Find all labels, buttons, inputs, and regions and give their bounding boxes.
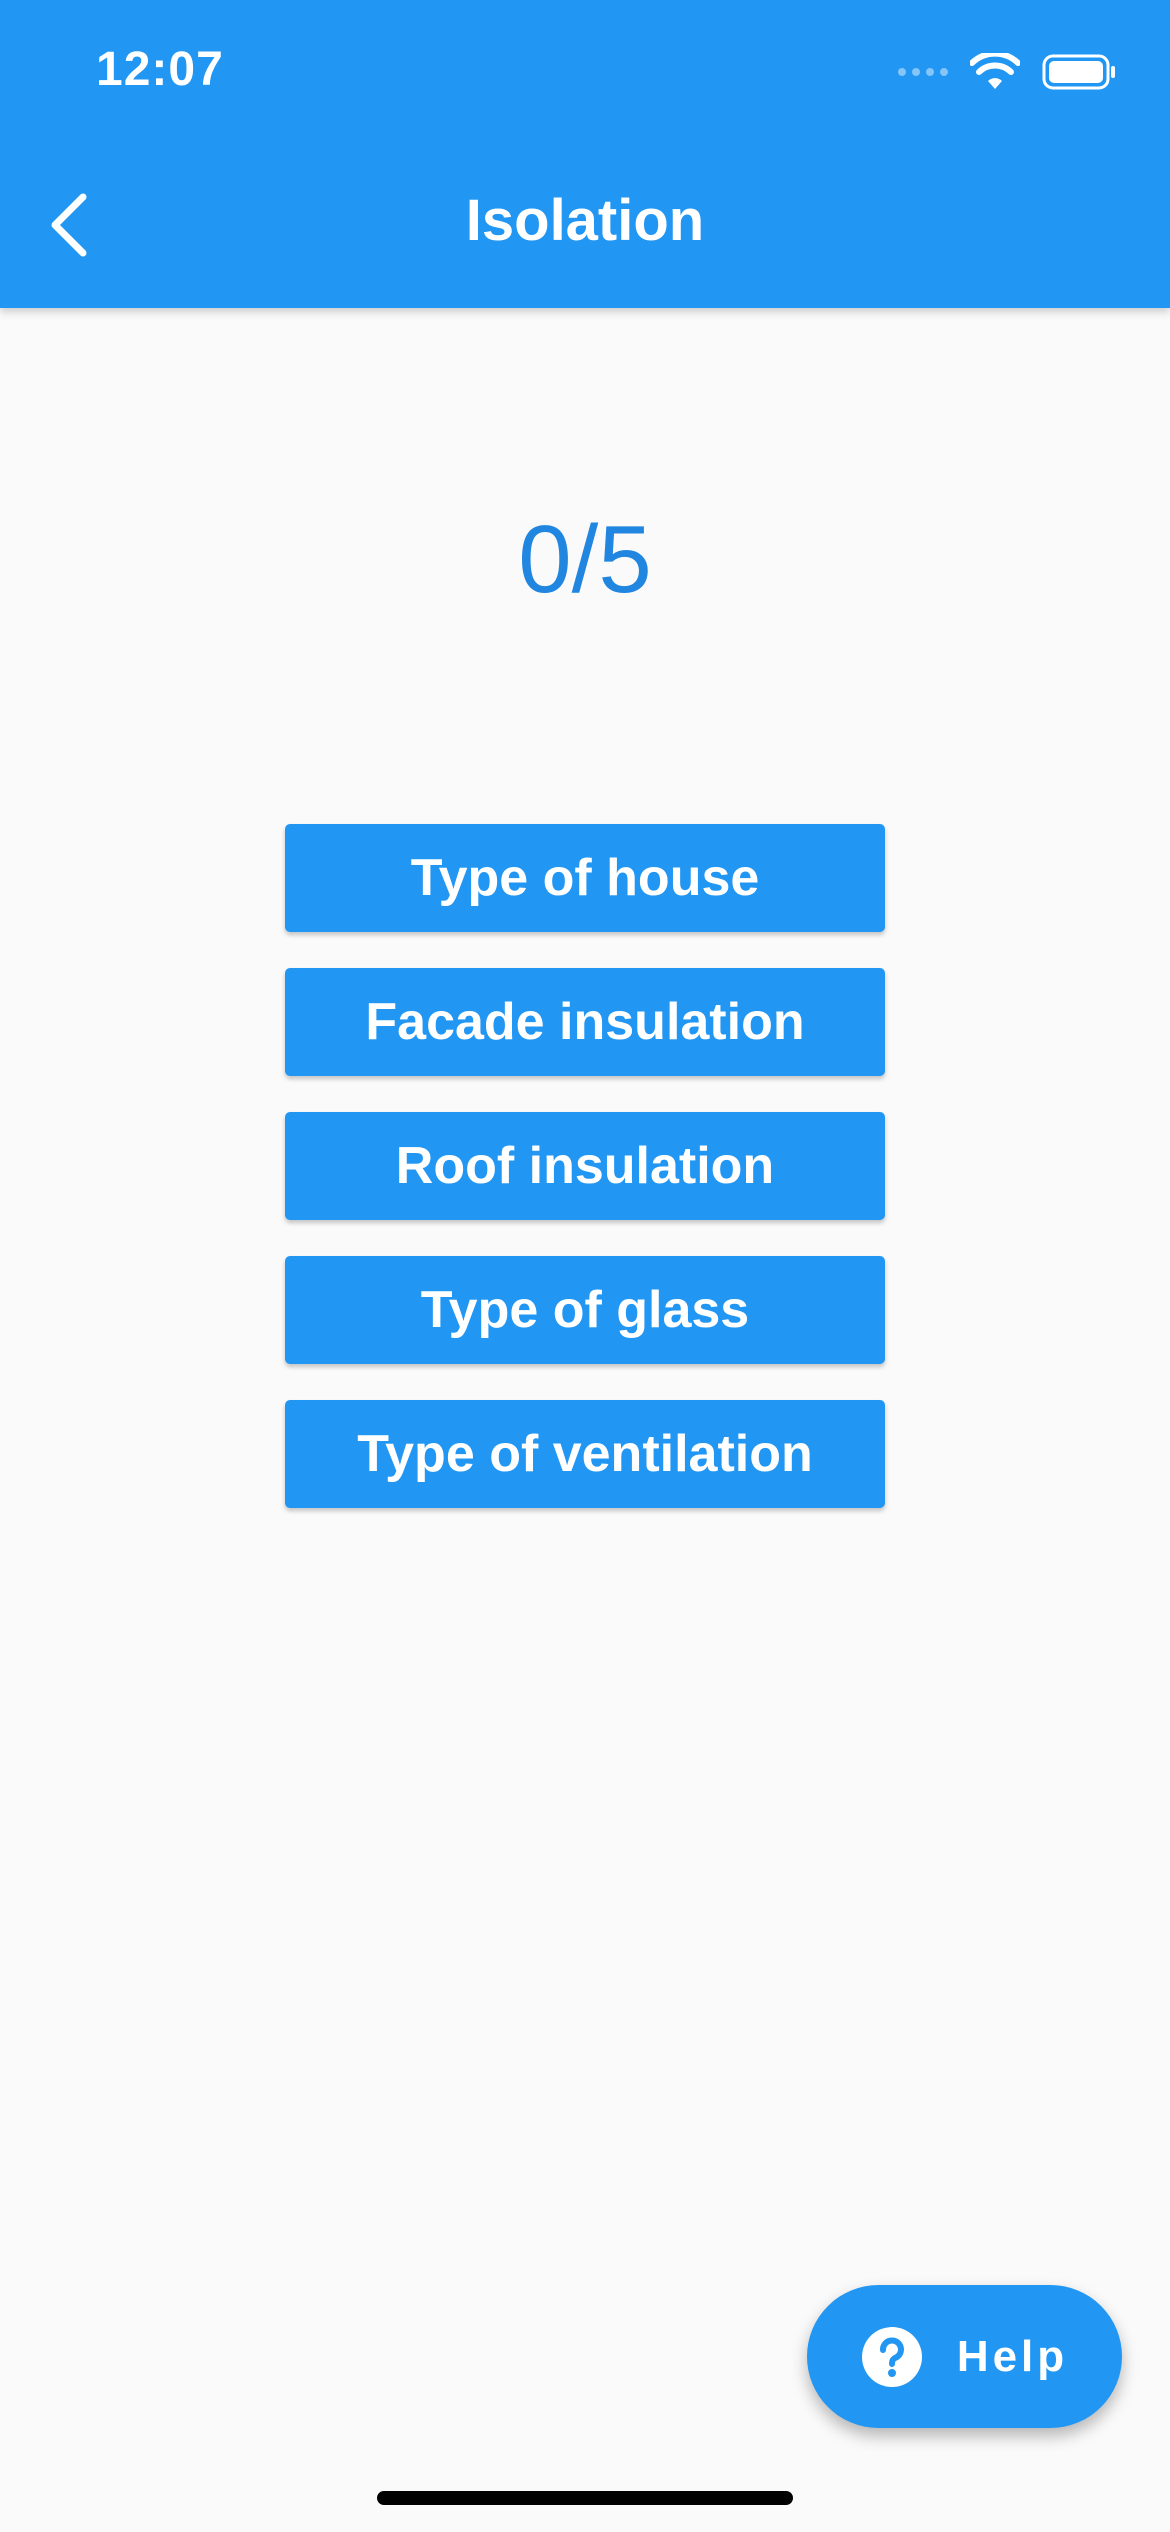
help-label: Help bbox=[956, 2331, 1069, 2381]
wifi-icon bbox=[970, 53, 1020, 89]
battery-icon bbox=[1042, 54, 1115, 90]
app-bar: 12:07 Isolation bbox=[0, 0, 1170, 308]
status-icons bbox=[898, 50, 1118, 94]
category-menu: Type of house Facade insulation Roof ins… bbox=[285, 824, 885, 1508]
home-indicator[interactable] bbox=[377, 2491, 793, 2505]
progress-counter: 0/5 bbox=[518, 506, 652, 613]
question-circle-icon bbox=[861, 2326, 922, 2387]
screen: 12:07 Isolation 0/5 Type of house Facade… bbox=[0, 0, 1170, 2532]
status-time: 12:07 bbox=[96, 43, 224, 96]
type-of-glass-button[interactable]: Type of glass bbox=[285, 1256, 885, 1364]
type-of-ventilation-button[interactable]: Type of ventilation bbox=[285, 1400, 885, 1508]
facade-insulation-button[interactable]: Facade insulation bbox=[285, 968, 885, 1076]
roof-insulation-button[interactable]: Roof insulation bbox=[285, 1112, 885, 1220]
page-title: Isolation bbox=[465, 188, 705, 253]
help-button[interactable]: Help bbox=[807, 2285, 1122, 2428]
signal-icon bbox=[898, 68, 948, 76]
type-of-house-button[interactable]: Type of house bbox=[285, 824, 885, 932]
